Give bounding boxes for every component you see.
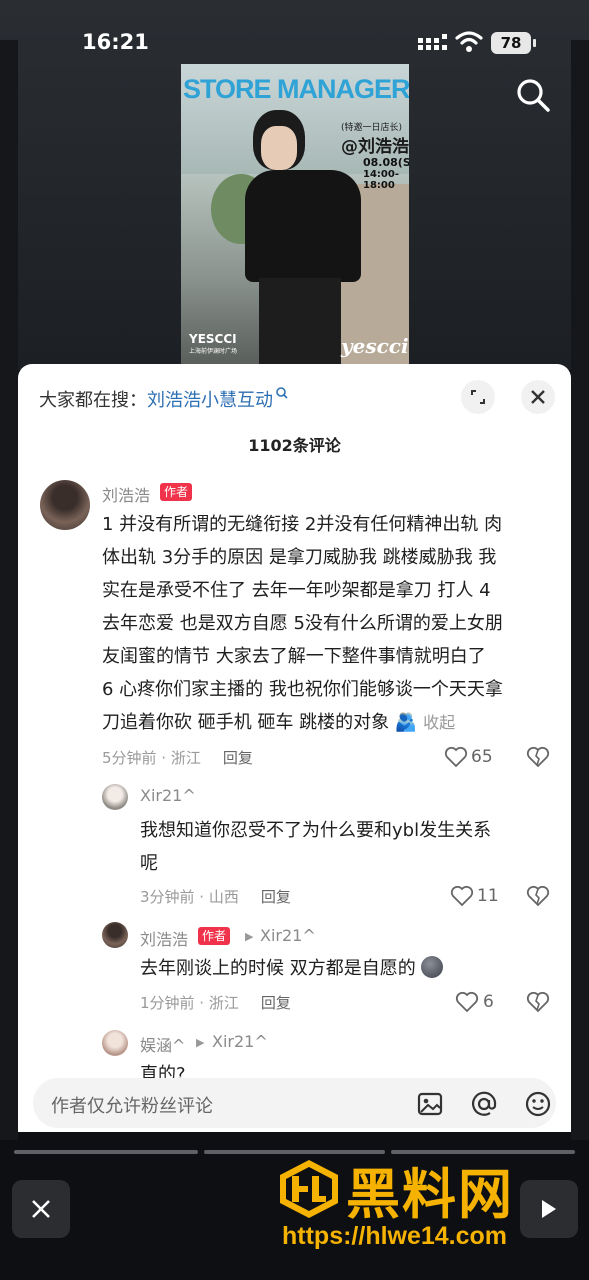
comment-text: 去年刚谈上的时候 双方都是自愿的 xyxy=(140,952,550,985)
like-heart-icon[interactable] xyxy=(444,746,468,768)
comment-meta: 3分钟前 · 山西 回复 xyxy=(140,886,291,907)
search-icon[interactable] xyxy=(514,76,552,114)
watermark-url: https://hlwe14.com xyxy=(282,1222,508,1250)
dislike-icon[interactable] xyxy=(526,746,550,768)
wifi-icon xyxy=(455,31,483,52)
expand-button[interactable] xyxy=(461,380,495,414)
dislike-icon[interactable] xyxy=(526,885,550,907)
left-edge xyxy=(0,40,18,1140)
poster-hours: 14:00-18:00 xyxy=(363,169,399,191)
comment-line: 刀追着你砍 砸手机 砸车 跳楼的对象 🫂 收起 xyxy=(102,706,552,739)
comment-sheet: 大家都在搜：刘浩浩小慧互动 1102条评论 刘浩浩 作者 1 并没有所谓的无缝衔… xyxy=(18,364,571,1132)
share-button[interactable] xyxy=(520,1180,578,1238)
comment-line: 呢 xyxy=(140,853,158,874)
emoji-icon: 🫂 xyxy=(394,712,418,733)
watermark-logo-icon xyxy=(280,1160,338,1218)
story-progress-segment xyxy=(14,1150,198,1154)
comment-line: 去年刚谈上的时候 双方都是自愿的 xyxy=(140,952,550,985)
comment-line-text: 去年刚谈上的时候 双方都是自愿的 xyxy=(140,958,416,979)
comment-meta: 1分钟前 · 浙江 回复 xyxy=(140,992,291,1013)
poster-brand: YESCCI xyxy=(189,332,237,346)
cellular-signal-icon xyxy=(418,34,447,50)
comment-line: 实在是承受不住了 去年一年吵架都是拿刀 打人 4 xyxy=(102,580,491,601)
battery-nub xyxy=(533,39,536,47)
comment-author[interactable]: Xir21^ xyxy=(140,786,196,805)
search-small-icon xyxy=(276,387,288,399)
watermark-text: 黑料网 xyxy=(346,1163,514,1226)
like-heart-icon[interactable] xyxy=(450,885,474,907)
comment-text: 1 并没有所谓的无缝衔接 2并没有任何精神出轨 肉 体出轨 3分手的原因 是拿刀… xyxy=(102,508,552,739)
trending-keyword[interactable]: 刘浩浩小慧互动 xyxy=(147,390,273,411)
image-icon[interactable] xyxy=(416,1090,444,1118)
trending-prefix: 大家都在搜： xyxy=(39,390,147,411)
comment-author[interactable]: 刘浩浩 xyxy=(140,926,188,950)
trending-search[interactable]: 大家都在搜：刘浩浩小慧互动 xyxy=(39,386,289,412)
avatar[interactable] xyxy=(102,784,128,810)
status-time: 16:21 xyxy=(82,30,149,54)
reply-to-name[interactable]: Xir21^ xyxy=(212,1032,268,1051)
comment-author[interactable]: 刘浩浩 xyxy=(102,482,150,506)
share-icon xyxy=(542,1200,556,1218)
reply-arrow-icon: ▶ xyxy=(196,1036,205,1049)
close-button[interactable] xyxy=(12,1180,70,1238)
comment-time: 1分钟前 · 浙江 xyxy=(140,994,239,1012)
person-face xyxy=(261,126,297,170)
poster-handle: @刘浩浩 xyxy=(341,137,409,157)
comment-input-placeholder[interactable]: 作者仅允许粉丝评论 xyxy=(51,1092,213,1118)
battery-indicator: 78 xyxy=(491,32,531,54)
author-badge: 作者 xyxy=(160,483,193,501)
expand-icon xyxy=(471,390,485,404)
reply-button[interactable]: 回复 xyxy=(261,888,291,906)
reply-button[interactable]: 回复 xyxy=(223,749,253,767)
poster-logo: yescci xyxy=(341,334,409,358)
like-count: 6 xyxy=(483,992,494,1012)
poster-brand-sub: 上海前伊澜时广场 xyxy=(189,348,238,355)
comment-line: 友闺蜜的情节 大家去了解一下整件事情就明白了 xyxy=(102,646,486,667)
emoji-icon xyxy=(421,956,444,978)
comment-line: 6 心疼你们家主播的 我也祝你们能够谈一个天天拿 xyxy=(102,679,503,700)
person-body xyxy=(245,170,361,282)
close-icon xyxy=(32,1200,50,1218)
author-badge: 作者 xyxy=(198,927,231,945)
person-legs xyxy=(259,278,341,364)
avatar[interactable] xyxy=(102,922,128,948)
comment-input-bar[interactable]: 作者仅允许粉丝评论 xyxy=(33,1078,556,1128)
dislike-icon[interactable] xyxy=(526,991,550,1013)
comment-line: 我想知道你忍受不了为什么要和ybl发生关系 xyxy=(140,820,492,841)
comment-text: 我想知道你忍受不了为什么要和ybl发生关系 呢 xyxy=(140,814,550,880)
reply-button[interactable]: 回复 xyxy=(261,994,291,1012)
poster-date: 08.08(Sat.) xyxy=(363,156,409,169)
comment-line-text: 刀追着你砍 砸手机 砸车 跳楼的对象 xyxy=(102,712,390,733)
right-edge xyxy=(571,40,589,1140)
comment-meta: 5分钟前 · 浙江 回复 xyxy=(102,747,253,768)
video-poster[interactable]: STORE MANAGER (特邀一日店长) @刘浩浩 08.08(Sat.) … xyxy=(181,64,409,364)
close-sheet-button[interactable] xyxy=(521,380,555,414)
like-count: 65 xyxy=(471,747,493,767)
like-heart-icon[interactable] xyxy=(455,991,479,1013)
reply-arrow-icon: ▶ xyxy=(245,930,254,943)
poster-title: STORE MANAGER xyxy=(183,74,409,104)
comment-time: 3分钟前 · 山西 xyxy=(140,888,239,906)
like-count: 11 xyxy=(477,886,499,906)
avatar[interactable] xyxy=(102,1030,128,1056)
comment-time: 5分钟前 · 浙江 xyxy=(102,749,201,767)
comment-line: 去年恋爱 也是双方自愿 5没有什么所谓的爱上女朋 xyxy=(102,613,503,634)
comment-line: 体出轨 3分手的原因 是拿刀威胁我 跳楼威胁我 我 xyxy=(102,547,497,568)
emoji-picker-icon[interactable] xyxy=(524,1090,552,1118)
comment-author[interactable]: 娱涵^ xyxy=(140,1032,185,1056)
comment-line: 1 并没有所谓的无缝衔接 2并没有任何精神出轨 肉 xyxy=(102,514,503,535)
close-icon xyxy=(531,390,545,404)
comment-count: 1102条评论 xyxy=(248,436,341,455)
collapse-link[interactable]: 收起 xyxy=(423,713,455,732)
reply-to-name[interactable]: Xir21^ xyxy=(260,926,316,945)
mention-icon[interactable] xyxy=(470,1090,498,1118)
avatar[interactable] xyxy=(40,480,90,530)
